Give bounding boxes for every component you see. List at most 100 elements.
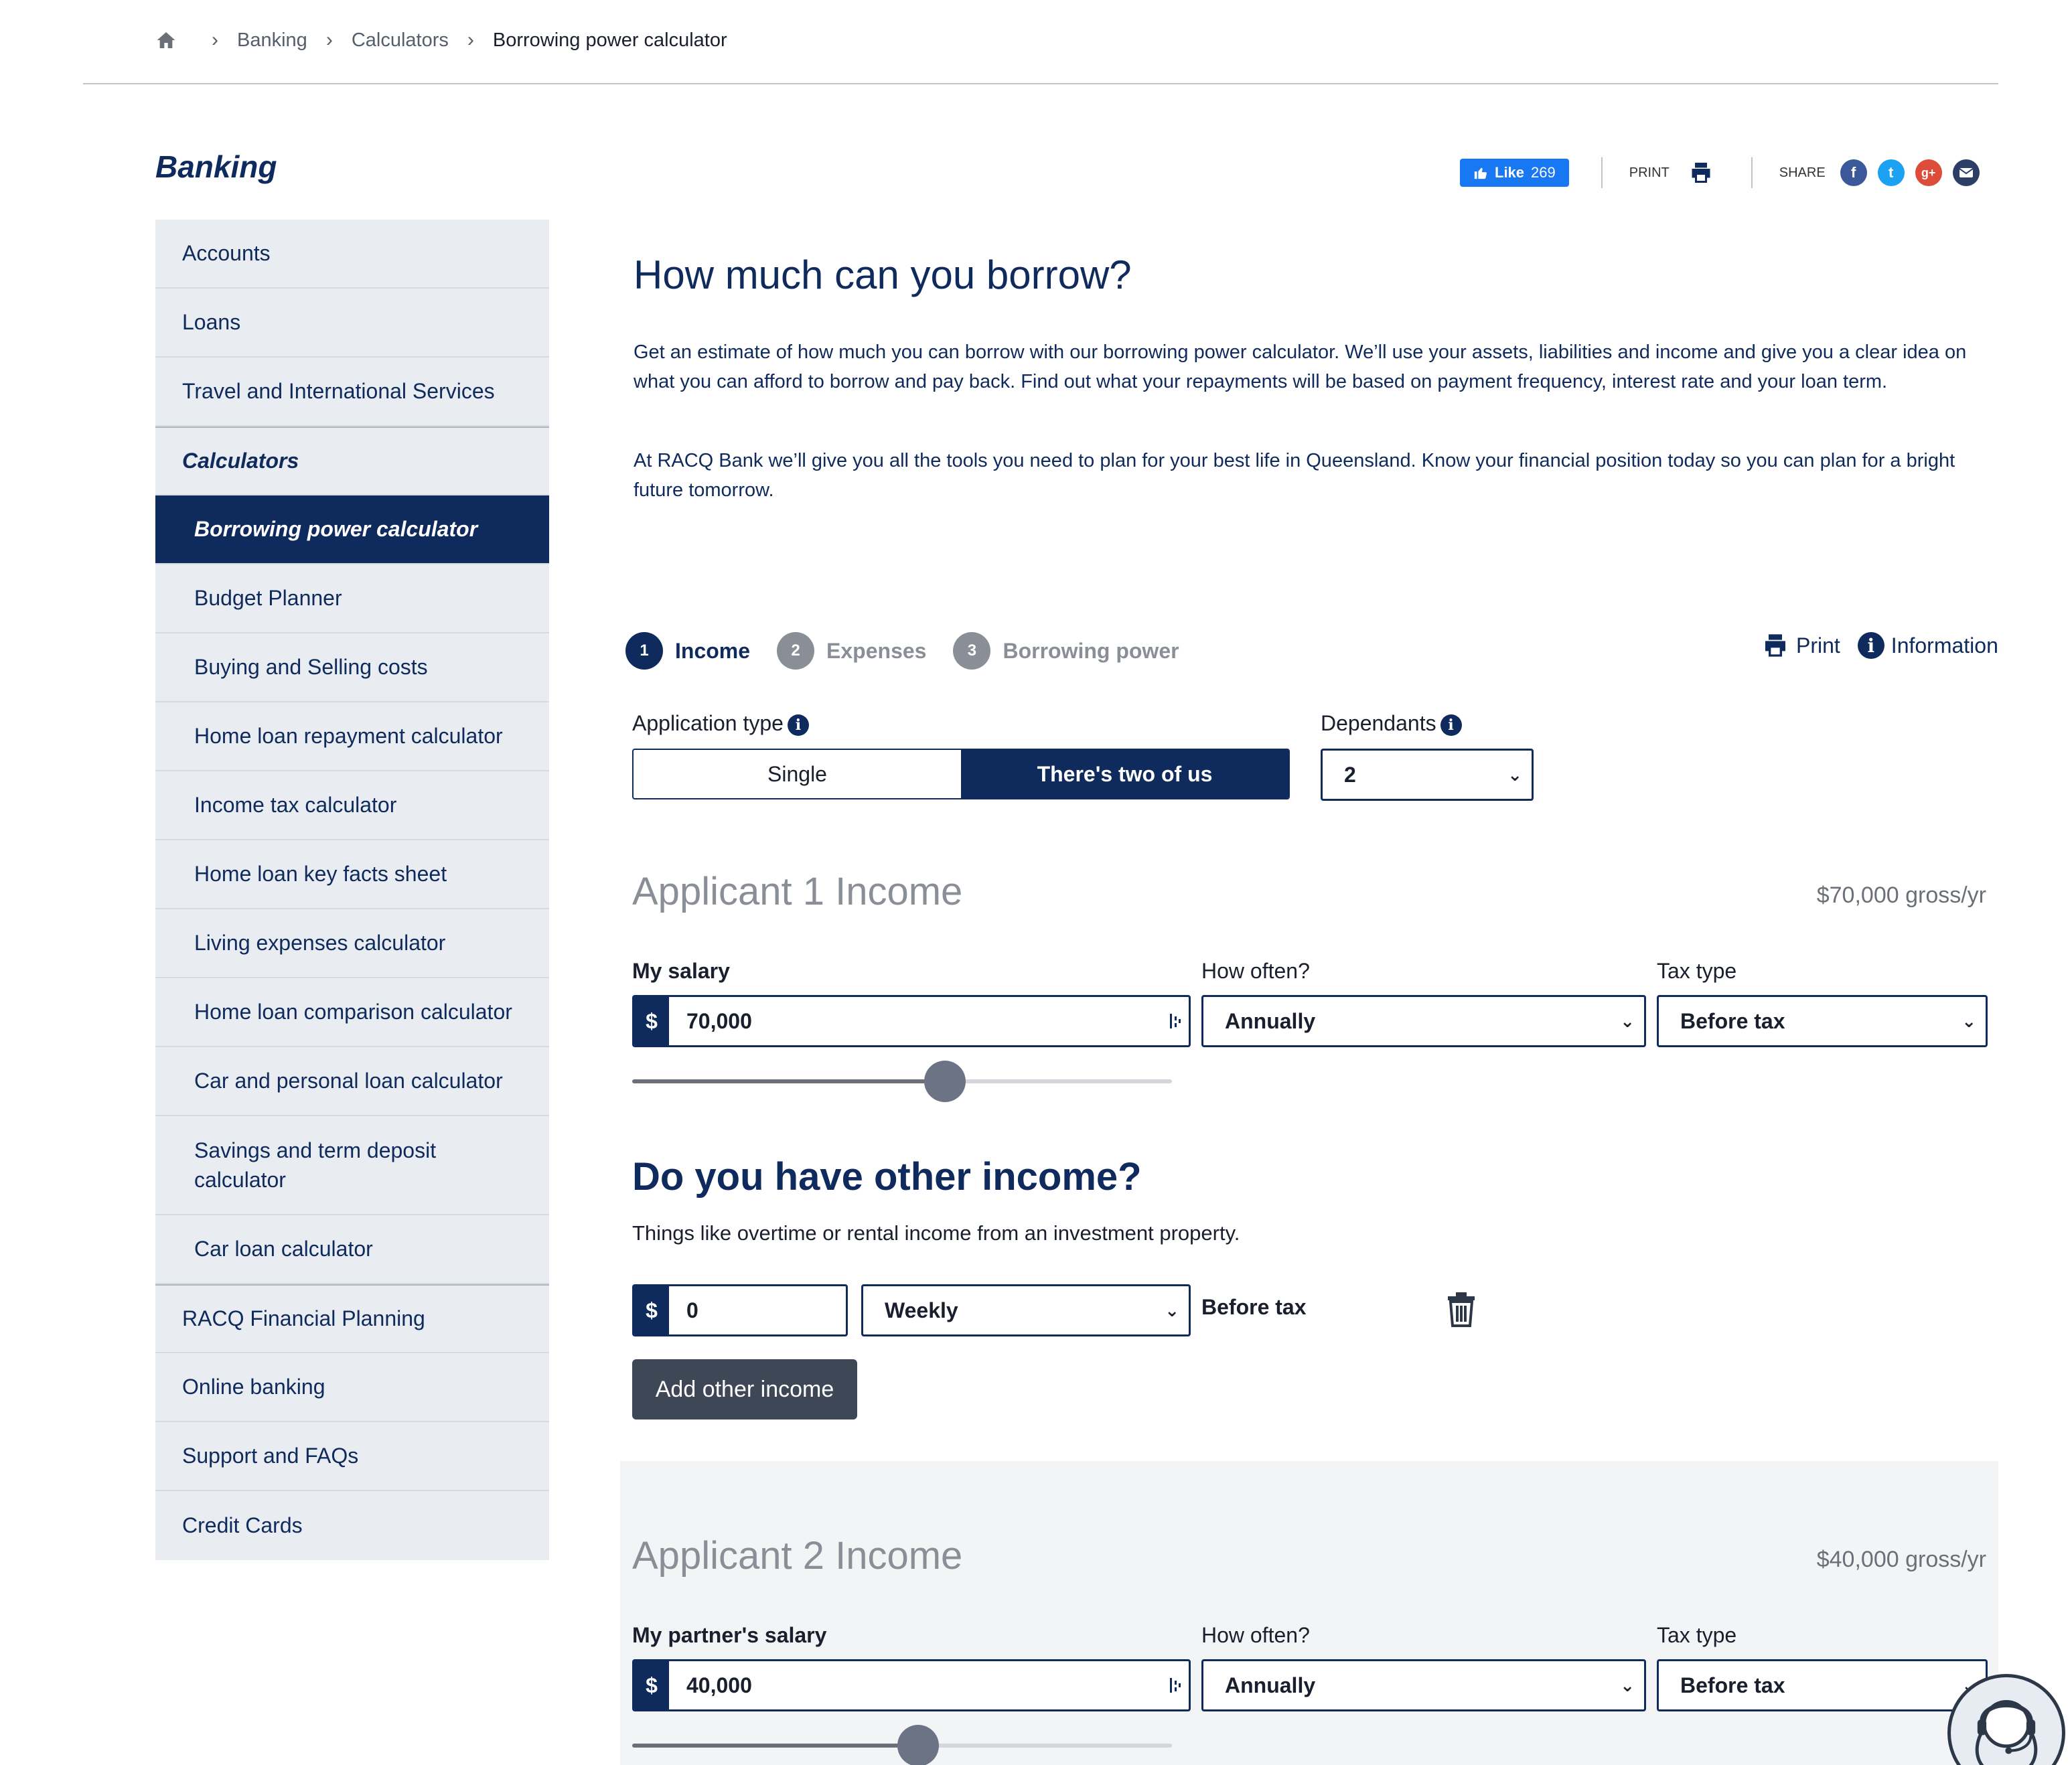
chevron-down-icon: ⌄: [1620, 1675, 1635, 1695]
share-label: SHARE: [1779, 165, 1826, 180]
sidebar-item-buying-selling[interactable]: Buying and Selling costs: [155, 633, 549, 702]
home-icon[interactable]: [155, 29, 177, 51]
header-divider: [83, 83, 1998, 84]
salary-slider[interactable]: [632, 1061, 1172, 1102]
chevron-down-icon: ⌄: [1165, 1300, 1179, 1320]
currency-symbol: $: [634, 997, 669, 1045]
application-type-text: Application type: [632, 711, 784, 735]
step-label: Expenses: [826, 638, 927, 663]
currency-symbol: $: [634, 1661, 669, 1709]
slider-handle[interactable]: [897, 1725, 940, 1765]
sidebar-item-travel[interactable]: Travel and International Services: [155, 358, 549, 427]
email-icon[interactable]: [1952, 159, 1980, 186]
sidebar-item-borrowing-power[interactable]: Borrowing power calculator: [155, 495, 549, 564]
salary-label: My salary: [632, 959, 730, 983]
print-label[interactable]: PRINT: [1629, 165, 1670, 181]
page-title: How much can you borrow?: [634, 252, 1132, 297]
how-often-select[interactable]: Annually ⌄: [1201, 995, 1646, 1047]
partner-salary-input[interactable]: $ 40,000: [632, 1659, 1191, 1711]
breadcrumb-banking[interactable]: Banking: [237, 29, 307, 52]
information-button[interactable]: i Information: [1854, 632, 1998, 659]
other-income-frequency-select[interactable]: Weekly ⌄: [861, 1284, 1191, 1336]
step-label: Income: [675, 638, 751, 663]
other-income-amount-input[interactable]: $ 0: [632, 1284, 848, 1336]
step-label: Borrowing power: [1003, 638, 1179, 663]
add-other-income-button[interactable]: Add other income: [632, 1359, 857, 1419]
chevron-down-icon: ⌄: [1507, 764, 1522, 785]
slider-fill: [632, 1744, 919, 1748]
twitter-icon[interactable]: t: [1877, 159, 1905, 186]
dependants-label: Dependants i: [1321, 711, 1462, 736]
intro-paragraph: Get an estimate of how much you can borr…: [634, 341, 1967, 392]
partner-salary-value: 40,000: [686, 1673, 752, 1697]
how-often-label: How often?: [1201, 959, 1310, 983]
info-icon: i: [1857, 632, 1884, 659]
other-income-amount: 0: [686, 1298, 698, 1322]
applicant1-gross: $70,000 gross/yr: [1816, 882, 1986, 908]
partner-salary-slider[interactable]: [632, 1725, 1172, 1765]
information-label: Information: [1891, 633, 1998, 658]
sidebar-item-savings-term-deposit[interactable]: Savings and term deposit calculator: [155, 1116, 549, 1215]
application-type-label: Application type i: [632, 711, 809, 736]
printer-icon: [1765, 634, 1785, 657]
sidebar-item-budget-planner[interactable]: Budget Planner: [155, 564, 549, 633]
sidebar-item-accounts[interactable]: Accounts: [155, 220, 549, 289]
dependants-value: 2: [1344, 762, 1356, 787]
sidebar-item-income-tax[interactable]: Income tax calculator: [155, 771, 549, 840]
intro-paragraph: At RACQ Bank we’ll give you all the tool…: [634, 450, 1955, 501]
print-label: Print: [1796, 633, 1840, 658]
tax-type-value: Before tax: [1680, 1008, 1785, 1033]
other-income-description: Things like overtime or rental income fr…: [632, 1221, 1240, 1245]
sidebar-item-car-loan[interactable]: Car loan calculator: [155, 1215, 549, 1284]
tax-type-select[interactable]: Before tax ⌄: [1657, 1659, 1988, 1711]
applicant2-panel: [620, 1461, 1998, 1765]
applicant2-title: Applicant 2 Income: [632, 1534, 963, 1578]
like-label: Like: [1495, 164, 1525, 181]
how-often-value: Annually: [1225, 1673, 1316, 1697]
sidebar-item-home-loan-comparison[interactable]: Home loan comparison calculator: [155, 978, 549, 1047]
option-two-of-us[interactable]: There's two of us: [961, 750, 1288, 798]
salary-value: 70,000: [686, 1008, 752, 1033]
step-number: 2: [777, 632, 815, 670]
info-icon[interactable]: i: [1440, 714, 1462, 736]
printer-icon[interactable]: [1688, 161, 1714, 185]
chevron-right-icon: ›: [325, 29, 333, 51]
sidebar-item-credit-cards[interactable]: Credit Cards: [155, 1491, 549, 1560]
applicant2-gross: $40,000 gross/yr: [1816, 1547, 1986, 1572]
step-number: 1: [625, 632, 663, 670]
slider-fill: [632, 1079, 946, 1083]
sidebar-item-calculators[interactable]: Calculators: [155, 427, 549, 495]
spinner-icon[interactable]: [1162, 1661, 1189, 1709]
facebook-icon[interactable]: f: [1840, 159, 1867, 186]
tax-type-value: Before tax: [1680, 1673, 1785, 1697]
breadcrumb: › Banking › Calculators › Borrowing powe…: [155, 27, 727, 54]
option-single[interactable]: Single: [634, 750, 961, 798]
spinner-icon[interactable]: [1162, 997, 1189, 1045]
slider-handle[interactable]: [924, 1061, 966, 1102]
step-income[interactable]: 1 Income: [625, 632, 750, 670]
sidebar-item-car-personal-loan[interactable]: Car and personal loan calculator: [155, 1047, 549, 1116]
sidebar-item-loans[interactable]: Loans: [155, 289, 549, 358]
sidebar-item-home-loan-repayment[interactable]: Home loan repayment calculator: [155, 702, 549, 771]
facebook-like-button[interactable]: Like 269: [1460, 159, 1569, 187]
sidebar-item-key-facts[interactable]: Home loan key facts sheet: [155, 840, 549, 909]
trash-icon[interactable]: [1447, 1292, 1476, 1327]
google-plus-icon[interactable]: g+: [1915, 159, 1942, 186]
tax-type-select[interactable]: Before tax ⌄: [1657, 995, 1988, 1047]
dependants-select[interactable]: 2 ⌄: [1321, 749, 1534, 801]
sidebar-item-financial-planning[interactable]: RACQ Financial Planning: [155, 1284, 549, 1353]
sidebar-nav: Accounts Loans Travel and International …: [155, 220, 549, 1560]
sidebar-item-support[interactable]: Support and FAQs: [155, 1422, 549, 1491]
sidebar-item-label: Savings and term deposit calculator: [194, 1138, 437, 1192]
how-often-select[interactable]: Annually ⌄: [1201, 1659, 1646, 1711]
step-expenses[interactable]: 2 Expenses: [777, 632, 926, 670]
breadcrumb-calculators[interactable]: Calculators: [352, 29, 449, 52]
print-button[interactable]: Print: [1761, 632, 1840, 659]
sidebar-item-living-expenses[interactable]: Living expenses calculator: [155, 909, 549, 978]
step-borrowing-power[interactable]: 3 Borrowing power: [953, 632, 1179, 670]
other-income-frequency: Weekly: [885, 1298, 958, 1322]
salary-input[interactable]: $ 70,000: [632, 995, 1191, 1047]
sidebar-item-online-banking[interactable]: Online banking: [155, 1353, 549, 1422]
thumbs-up-icon: [1474, 167, 1487, 179]
info-icon[interactable]: i: [787, 714, 809, 736]
